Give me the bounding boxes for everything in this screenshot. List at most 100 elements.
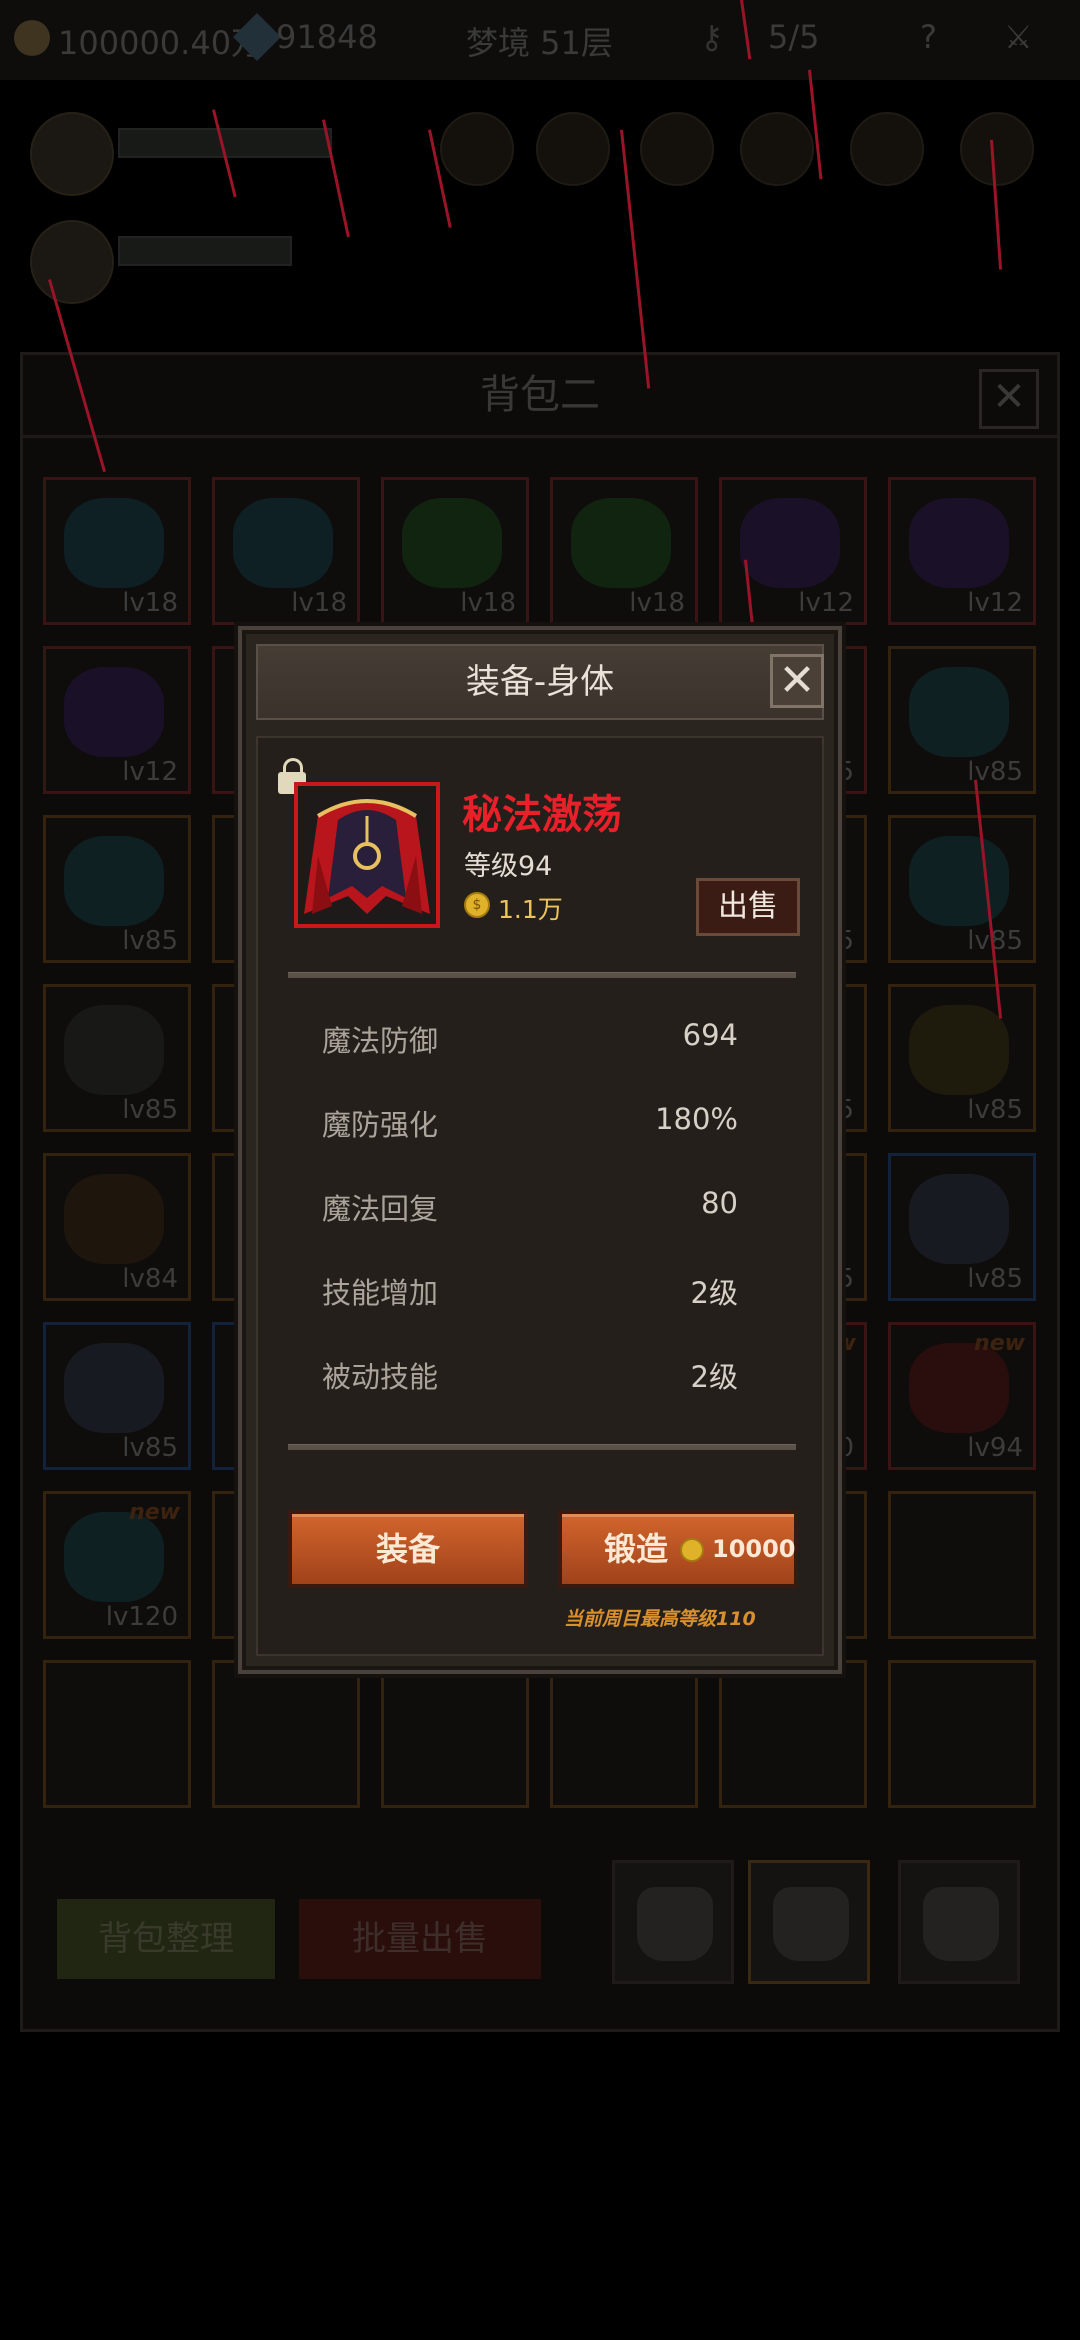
bag-tab-1[interactable] bbox=[612, 1860, 734, 1984]
bag-slot[interactable]: lv120 new bbox=[43, 1491, 191, 1639]
bag-slot[interactable]: lv85 bbox=[888, 1153, 1036, 1301]
slot-level: lv94 bbox=[967, 1433, 1023, 1463]
equipment-item-icon bbox=[64, 836, 164, 926]
bag-slot[interactable] bbox=[888, 1491, 1036, 1639]
slot-level: lv18 bbox=[460, 588, 516, 618]
slot-level: lv120 bbox=[105, 1602, 178, 1632]
backpack-icon bbox=[923, 1887, 999, 1961]
bag-slot[interactable]: lv18 bbox=[212, 477, 360, 625]
gem-amount: 91848 bbox=[276, 18, 378, 56]
bag-slot[interactable]: lv85 bbox=[888, 815, 1036, 963]
slot-level: lv85 bbox=[122, 1433, 178, 1463]
bag-slot[interactable]: lv18 bbox=[381, 477, 529, 625]
equipment-item-icon bbox=[64, 1512, 164, 1602]
stat-name: 被动技能 bbox=[322, 1360, 439, 1394]
rain-streak bbox=[322, 119, 350, 238]
new-badge: new bbox=[974, 1331, 1025, 1356]
slot-level: lv85 bbox=[967, 1095, 1023, 1125]
sell-button[interactable]: 出售 bbox=[696, 878, 800, 936]
top-status-bar: 100000.40万 91848 梦境 51层 ⚷ 5/5 ? ⚔ bbox=[0, 0, 1080, 80]
bulk-sell-button[interactable]: 批量出售 bbox=[299, 1899, 541, 1979]
stat-name: 魔法防御 bbox=[322, 1024, 439, 1058]
bag-slot[interactable] bbox=[719, 1660, 867, 1808]
stat-value: 80 bbox=[701, 1186, 738, 1220]
bag-slot[interactable]: lv85 bbox=[888, 984, 1036, 1132]
equip-button[interactable]: 装备 bbox=[288, 1510, 528, 1588]
equipment-item-icon bbox=[909, 1174, 1009, 1264]
bag-slot[interactable] bbox=[550, 1660, 698, 1808]
sort-bag-button[interactable]: 背包整理 bbox=[57, 1899, 275, 1979]
skill-icon bbox=[850, 112, 924, 186]
bag-slot[interactable]: lv18 bbox=[550, 477, 698, 625]
skill-icon bbox=[960, 112, 1034, 186]
bag-slot[interactable]: lv94 new bbox=[888, 1322, 1036, 1470]
item-price: 1.1万 bbox=[498, 895, 563, 924]
equipment-item-icon bbox=[64, 1005, 164, 1095]
skill-icon bbox=[536, 112, 610, 186]
forge-cost: 10000 bbox=[712, 1535, 796, 1563]
bag-title: 背包二 bbox=[23, 355, 1057, 438]
dialog-close-button[interactable]: ✕ bbox=[770, 654, 824, 708]
stat-value: 2级 bbox=[690, 1360, 738, 1394]
stat-name: 魔防强化 bbox=[322, 1108, 439, 1142]
game-screen: 100000.40万 91848 梦境 51层 ⚷ 5/5 ? ⚔ 背包二 ✕ … bbox=[0, 0, 1080, 2340]
equipment-item-icon bbox=[64, 1174, 164, 1264]
bag-close-button[interactable]: ✕ bbox=[979, 369, 1039, 429]
bag-slot[interactable]: lv12 bbox=[43, 646, 191, 794]
bag-slot[interactable]: lv18 bbox=[43, 477, 191, 625]
bag-slot[interactable]: lv12 bbox=[719, 477, 867, 625]
gold-coin-icon bbox=[680, 1538, 704, 1562]
stage-label: 梦境 51层 bbox=[466, 24, 613, 62]
forge-label: 锻造 bbox=[604, 1530, 669, 1568]
slot-level: lv84 bbox=[122, 1264, 178, 1294]
stat-name: 技能增加 bbox=[322, 1276, 439, 1310]
backpack-icon bbox=[637, 1887, 713, 1961]
gold-amount: 100000.40万 bbox=[58, 24, 264, 62]
slot-level: lv85 bbox=[122, 926, 178, 956]
bag-slot[interactable]: lv85 bbox=[43, 1322, 191, 1470]
crossed-swords-icon[interactable]: ⚔ bbox=[1004, 18, 1033, 56]
bag-slot[interactable]: lv85 bbox=[43, 984, 191, 1132]
forge-button[interactable]: 锻造 10000 bbox=[558, 1510, 798, 1588]
question-mark-icon[interactable]: ? bbox=[920, 18, 937, 56]
bag-slot[interactable]: lv85 bbox=[888, 646, 1036, 794]
divider bbox=[288, 1444, 796, 1450]
equipment-item-icon bbox=[402, 498, 502, 588]
bag-slot[interactable]: lv85 bbox=[43, 815, 191, 963]
item-name: 秘法激荡 bbox=[462, 792, 622, 838]
bag-slot[interactable]: lv84 bbox=[43, 1153, 191, 1301]
bag-tab-2[interactable] bbox=[748, 1860, 870, 1984]
backpack-icon bbox=[773, 1887, 849, 1961]
equipment-item-icon bbox=[571, 498, 671, 588]
bag-slot[interactable]: lv12 bbox=[888, 477, 1036, 625]
red-cloak-icon bbox=[294, 782, 440, 928]
skill-icon bbox=[440, 112, 514, 186]
new-badge: new bbox=[129, 1500, 180, 1525]
equipment-item-icon bbox=[909, 667, 1009, 757]
stat-value: 694 bbox=[682, 1018, 738, 1052]
stat-value: 2级 bbox=[690, 1276, 738, 1310]
dialog-title: 装备-身体 bbox=[256, 644, 824, 720]
equipment-item-icon bbox=[909, 1005, 1009, 1095]
item-level: 等级94 bbox=[464, 851, 553, 882]
equipment-item-icon bbox=[909, 1343, 1009, 1433]
divider bbox=[288, 972, 796, 978]
slot-level: lv18 bbox=[291, 588, 347, 618]
stat-name: 魔法回复 bbox=[322, 1192, 439, 1226]
key-count: 5/5 bbox=[768, 18, 820, 56]
pet-avatar bbox=[30, 220, 114, 304]
equipment-item-icon bbox=[909, 836, 1009, 926]
bag-slot[interactable] bbox=[888, 1660, 1036, 1808]
bag-slot[interactable] bbox=[43, 1660, 191, 1808]
slot-level: lv85 bbox=[967, 1264, 1023, 1294]
equipment-dialog: 装备-身体 ✕ 秘法激荡 等级94 $ 1.1万 出售 魔法防御 694 魔防强… bbox=[238, 626, 842, 1674]
bag-slot[interactable] bbox=[212, 1660, 360, 1808]
gold-coin-icon: $ bbox=[464, 892, 490, 918]
slot-level: lv18 bbox=[122, 588, 178, 618]
equipment-item-icon bbox=[64, 498, 164, 588]
slot-level: lv12 bbox=[967, 588, 1023, 618]
bag-tab-3[interactable] bbox=[898, 1860, 1020, 1984]
equipment-item-icon bbox=[740, 498, 840, 588]
bag-slot[interactable] bbox=[381, 1660, 529, 1808]
skill-icon bbox=[740, 112, 814, 186]
